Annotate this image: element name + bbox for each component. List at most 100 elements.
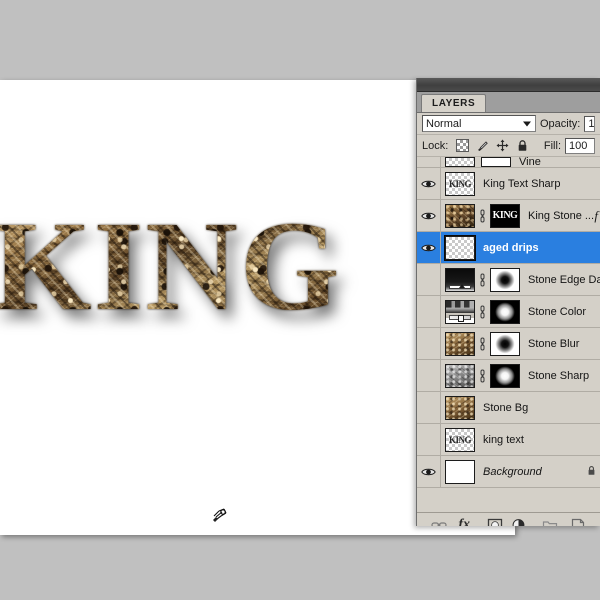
stone-texture	[446, 396, 474, 419]
adjustment-content	[446, 300, 474, 323]
eye-hidden-icon[interactable]	[421, 435, 436, 445]
layer-name[interactable]: aged drips	[483, 242, 600, 254]
eye-hidden-icon[interactable]	[421, 339, 436, 349]
layer-row[interactable]: Stone Blur	[417, 328, 600, 360]
layer-name[interactable]: Stone Bg	[483, 402, 600, 414]
panel-titlebar[interactable]	[417, 78, 600, 92]
eye-hidden-icon[interactable]	[421, 403, 436, 413]
layer-thumbnail[interactable]	[445, 395, 475, 420]
chevron-down-icon[interactable]	[523, 121, 531, 126]
layer-visibility-toggle[interactable]	[417, 296, 441, 327]
gradient-fill-content	[446, 268, 474, 291]
layer-name[interactable]: Stone Edge Dar	[528, 274, 600, 286]
layer-mask-thumbnail[interactable]	[490, 267, 520, 292]
layer-row[interactable]: Stone Edge Dar	[417, 264, 600, 296]
lock-image-pixels-brush-icon[interactable]	[476, 139, 489, 152]
layer-visibility-toggle[interactable]	[417, 328, 441, 359]
opacity-input[interactable]: 100	[584, 115, 595, 132]
layer-name[interactable]: Stone Blur	[528, 338, 600, 350]
fill-input[interactable]: 100	[565, 137, 595, 154]
eye-visible-icon[interactable]	[421, 211, 436, 221]
layer-locked-padlock-icon	[587, 465, 596, 479]
add-layer-mask-icon[interactable]	[485, 516, 505, 526]
blend-mode-select[interactable]: Normal	[422, 115, 536, 132]
layer-row[interactable]: Background	[417, 456, 600, 488]
artwork-king-wordmark: KING KING	[0, 202, 412, 337]
layer-row[interactable]: Stone Bg	[417, 392, 600, 424]
layer-row[interactable]: Stone Sharp	[417, 360, 600, 392]
layer-visibility-toggle[interactable]	[417, 360, 441, 391]
tab-layers[interactable]: LAYERS	[421, 94, 487, 112]
stone-texture	[446, 204, 474, 227]
layer-name[interactable]: Stone Sharp	[528, 370, 600, 382]
layer-name[interactable]: Vine	[519, 157, 600, 168]
layer-row[interactable]: Vine	[417, 157, 600, 168]
layer-visibility-toggle[interactable]	[417, 168, 441, 199]
layer-row[interactable]: aged drips	[417, 232, 600, 264]
mask-link-icon[interactable]	[477, 332, 488, 356]
layer-visibility-toggle[interactable]	[417, 157, 441, 167]
layer-row[interactable]: KING King Stone ... f	[417, 200, 600, 232]
stone-texture	[446, 332, 474, 355]
layer-mask-thumbnail[interactable]: KING	[490, 203, 520, 228]
checkerboard-pattern	[446, 157, 474, 166]
layer-thumbnail[interactable]	[445, 267, 475, 292]
eye-hidden-icon[interactable]	[421, 307, 436, 317]
layer-visibility-toggle[interactable]	[417, 200, 441, 231]
layer-mask-thumbnail[interactable]	[490, 299, 520, 324]
lock-position-move-icon[interactable]	[496, 139, 509, 152]
new-adjustment-layer-icon[interactable]	[512, 516, 532, 526]
eye-hidden-icon[interactable]	[421, 371, 436, 381]
layer-row[interactable]: Stone Color	[417, 296, 600, 328]
lock-buttons	[456, 139, 529, 152]
layer-name[interactable]: king text	[483, 434, 600, 446]
mask-content: KING	[491, 204, 519, 227]
mask-link-icon[interactable]	[477, 300, 488, 324]
layer-name[interactable]: Background	[483, 466, 587, 478]
layer-thumbnail[interactable]: KING	[445, 427, 475, 452]
layer-row[interactable]: KING King Text Sharp	[417, 168, 600, 200]
layer-thumbnail[interactable]	[445, 157, 475, 167]
layer-thumbnail[interactable]	[445, 299, 475, 324]
eye-hidden-icon[interactable]	[421, 275, 436, 285]
layer-thumbnail[interactable]: KING	[445, 171, 475, 196]
layer-thumbnail[interactable]	[445, 203, 475, 228]
layer-name[interactable]: King Stone ...	[528, 210, 594, 222]
mask-link-icon[interactable]	[477, 204, 488, 228]
layer-name[interactable]: Stone Color	[528, 306, 600, 318]
eye-visible-icon[interactable]	[421, 467, 436, 477]
gradient-slider-icon	[449, 283, 471, 289]
layer-style-fx-icon[interactable]: fx	[457, 516, 477, 527]
lock-all-padlock-icon[interactable]	[516, 139, 529, 152]
mask-link-icon[interactable]	[477, 364, 488, 388]
eye-visible-icon[interactable]	[421, 179, 436, 189]
checkerboard-pattern	[446, 236, 474, 259]
layer-mask-thumbnail[interactable]	[481, 157, 511, 167]
lock-label: Lock:	[422, 139, 449, 152]
layer-visibility-toggle[interactable]	[417, 456, 441, 487]
link-layers-icon[interactable]	[429, 516, 449, 526]
lock-transparency-icon[interactable]	[456, 139, 470, 152]
photoshop-window: KING KING LAYERS Normal	[0, 0, 600, 600]
layer-visibility-toggle[interactable]	[417, 424, 441, 455]
layer-mask-thumbnail[interactable]	[490, 363, 520, 388]
layer-visibility-toggle[interactable]	[417, 232, 441, 263]
layer-thumbnail[interactable]	[445, 331, 475, 356]
stone-texture	[446, 364, 474, 387]
layer-visibility-toggle[interactable]	[417, 264, 441, 295]
layer-thumbnail[interactable]	[445, 235, 475, 260]
lock-fill-row: Lock: Fill: 100	[417, 135, 600, 157]
layer-mask-thumbnail[interactable]	[490, 331, 520, 356]
layer-name[interactable]: King Text Sharp	[483, 178, 600, 190]
layer-visibility-toggle[interactable]	[417, 392, 441, 423]
layer-effects-fx-icon[interactable]: f	[594, 208, 598, 224]
layer-list[interactable]: Vine KING King Text Sharp KING King Ston…	[417, 157, 600, 512]
new-layer-icon[interactable]	[568, 516, 588, 526]
layer-thumbnail[interactable]	[445, 459, 475, 484]
mask-link-icon[interactable]	[477, 268, 488, 292]
layer-thumbnail[interactable]	[445, 363, 475, 388]
thumbnail-text: KING	[448, 178, 472, 189]
eye-visible-icon[interactable]	[421, 243, 436, 253]
layer-row[interactable]: KING king text	[417, 424, 600, 456]
new-group-folder-icon[interactable]	[540, 516, 560, 526]
